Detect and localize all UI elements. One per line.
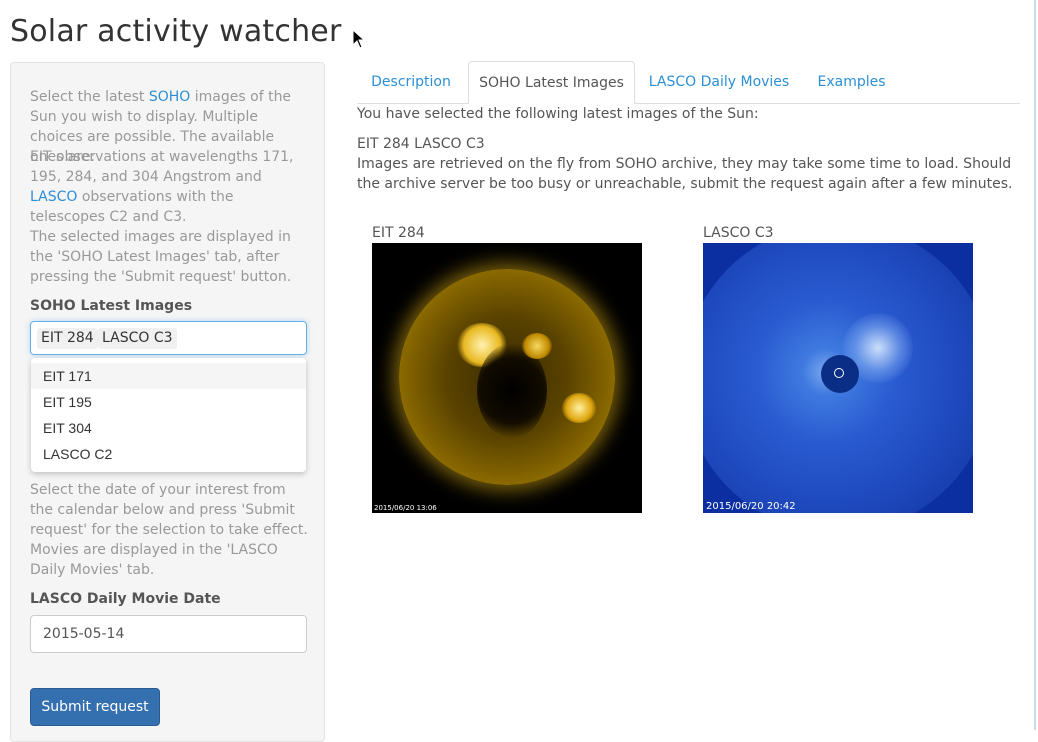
main-tabs: Description SOHO Latest Images LASCO Dai… xyxy=(357,61,1020,104)
selected-list: EIT 284 LASCO C3 xyxy=(357,136,485,152)
soho-link[interactable]: SOHO xyxy=(149,89,190,105)
page-title: Solar activity watcher xyxy=(10,14,342,49)
eit-paragraph: EIT observations at wavelengths 171, 195… xyxy=(30,147,310,227)
intro-pre-text: Select the latest xyxy=(30,89,149,105)
dropdown-option[interactable]: EIT 171 xyxy=(31,363,306,389)
selected-chip[interactable]: LASCO C3 xyxy=(98,328,177,349)
movie-tab-note: Movies are displayed in the 'LASCO Daily… xyxy=(30,542,278,578)
multiselect-dropdown: EIT 171 EIT 195 EIT 304 LASCO C2 xyxy=(31,358,306,472)
dropdown-option[interactable]: EIT 304 xyxy=(31,415,306,441)
mouse-pointer-icon xyxy=(352,29,366,49)
submit-request-button[interactable]: Submit request xyxy=(30,688,160,726)
image-title-eit: EIT 284 xyxy=(372,225,425,241)
selected-intro: You have selected the following latest i… xyxy=(357,106,759,122)
selected-chip[interactable]: EIT 284 xyxy=(37,328,98,349)
active-region xyxy=(522,333,552,359)
select-label: SOHO Latest Images xyxy=(30,298,193,314)
eit-284-image: 2015/06/20 13:06 xyxy=(372,243,642,513)
image-title-lasco: LASCO C3 xyxy=(703,225,774,241)
eit-pre-text: EIT observations at wavelengths 171, 195… xyxy=(30,149,294,185)
sun-position-marker xyxy=(834,368,844,378)
dropdown-option[interactable]: LASCO C2 xyxy=(31,441,306,467)
movie-instructions: Select the date of your interest from th… xyxy=(30,482,308,538)
window-edge xyxy=(1034,0,1036,730)
lasco-timestamp: 2015/06/20 20:42 xyxy=(706,501,796,512)
tab-lasco-daily-movies[interactable]: LASCO Daily Movies xyxy=(640,61,798,103)
lasco-c3-image: 2015/06/20 20:42 xyxy=(703,243,973,513)
retrieval-note: Images are retrieved on the fly from SOH… xyxy=(357,156,1013,192)
active-region xyxy=(562,393,596,423)
movie-date-input[interactable]: 2015-05-14 xyxy=(30,615,307,653)
tab-soho-latest-images[interactable]: SOHO Latest Images xyxy=(468,61,635,104)
displayed-note: The selected images are displayed in the… xyxy=(30,229,292,285)
tab-description[interactable]: Description xyxy=(357,61,465,103)
eit-timestamp: 2015/06/20 13:06 xyxy=(374,504,437,512)
tab-examples[interactable]: Examples xyxy=(804,61,899,103)
soho-images-multiselect[interactable]: EIT 284 LASCO C3 xyxy=(30,321,307,355)
date-label: LASCO Daily Movie Date xyxy=(30,591,221,607)
lasco-link[interactable]: LASCO xyxy=(30,189,77,205)
dropdown-option[interactable]: EIT 195 xyxy=(31,389,306,415)
